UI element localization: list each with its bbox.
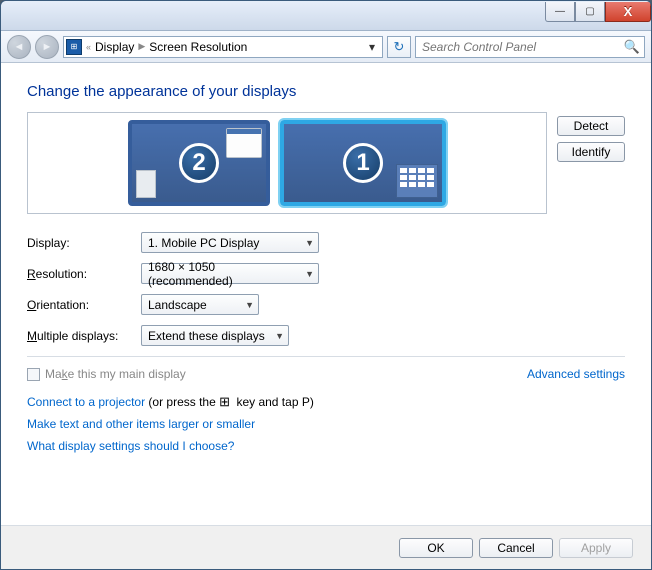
page-heading: Change the appearance of your displays: [27, 83, 625, 100]
ok-button[interactable]: OK: [399, 538, 473, 558]
content: Change the appearance of your displays 2: [1, 63, 651, 457]
search-bar[interactable]: 🔍: [415, 36, 645, 58]
chevron-down-icon: ▼: [245, 300, 254, 310]
display-dropdown[interactable]: 1. Mobile PC Display▼: [141, 232, 319, 253]
monitor-1[interactable]: 1: [280, 120, 446, 206]
chevron-down-icon: ▼: [305, 269, 314, 279]
control-panel-icon: ⊞: [66, 39, 82, 55]
orientation-label: Orientation:: [27, 298, 141, 312]
chevron-icon: «: [86, 42, 91, 52]
close-button[interactable]: X: [605, 2, 651, 22]
navbar: ◄ ► ⊞ « Display ▶ Screen Resolution ▾ ↻ …: [1, 31, 651, 63]
multiple-displays-label: Multiple displays:: [27, 329, 141, 343]
advanced-settings-link[interactable]: Advanced settings: [527, 367, 625, 381]
resolution-dropdown[interactable]: 1680 × 1050 (recommended)▼: [141, 263, 319, 284]
monitor-number-1: 1: [343, 143, 383, 183]
multiple-displays-dropdown[interactable]: Extend these displays▼: [141, 325, 289, 346]
back-button[interactable]: ◄: [7, 35, 31, 59]
text-size-link[interactable]: Make text and other items larger or smal…: [27, 417, 255, 431]
footer: OK Cancel Apply: [1, 525, 651, 569]
identify-button[interactable]: Identify: [557, 142, 625, 162]
monitor-number-2: 2: [179, 143, 219, 183]
monitor-2[interactable]: 2: [128, 120, 270, 206]
address-dropdown-icon[interactable]: ▾: [364, 40, 380, 54]
titlebar: — ▢ X: [1, 1, 651, 31]
minimize-button[interactable]: —: [545, 2, 575, 22]
forward-button[interactable]: ►: [35, 35, 59, 59]
search-input[interactable]: [420, 39, 624, 55]
cancel-button[interactable]: Cancel: [479, 538, 553, 558]
connect-projector-link[interactable]: Connect to a projector: [27, 395, 145, 409]
maximize-button[interactable]: ▢: [575, 2, 605, 22]
main-display-checkbox-label[interactable]: Make this my main display: [27, 367, 186, 381]
main-display-checkbox[interactable]: [27, 368, 40, 381]
divider: [27, 356, 625, 357]
display-arrangement-area[interactable]: 2 1: [27, 112, 547, 214]
help-links: Connect to a projector (or press the key…: [27, 391, 625, 457]
window: — ▢ X ◄ ► ⊞ « Display ▶ Screen Resolutio…: [0, 0, 652, 570]
breadcrumb-display[interactable]: Display: [95, 40, 134, 54]
windows-key-icon: [219, 394, 233, 406]
help-choose-link[interactable]: What display settings should I choose?: [27, 439, 234, 453]
orientation-dropdown[interactable]: Landscape▼: [141, 294, 259, 315]
address-bar[interactable]: ⊞ « Display ▶ Screen Resolution ▾: [63, 36, 383, 58]
apply-button[interactable]: Apply: [559, 538, 633, 558]
chevron-right-icon: ▶: [138, 41, 145, 52]
settings-form: Display: 1. Mobile PC Display▼ Resolutio…: [27, 232, 625, 346]
display-label: Display:: [27, 236, 141, 250]
chevron-down-icon: ▼: [305, 238, 314, 248]
refresh-button[interactable]: ↻: [387, 36, 411, 58]
resolution-label: Resolution:: [27, 267, 141, 281]
detect-button[interactable]: Detect: [557, 116, 625, 136]
search-icon[interactable]: 🔍: [624, 39, 640, 55]
breadcrumb-screenres[interactable]: Screen Resolution: [149, 40, 247, 54]
chevron-down-icon: ▼: [275, 331, 284, 341]
